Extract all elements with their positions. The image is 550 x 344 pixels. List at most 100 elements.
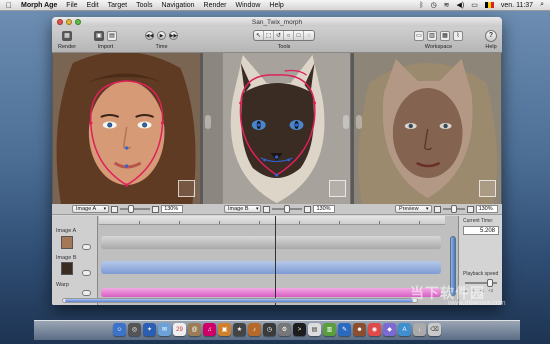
image-b-prev-arrow[interactable] [205, 115, 212, 129]
image-b-popup[interactable]: Image B [224, 205, 262, 213]
photo-booth-icon[interactable]: ◉ [368, 323, 381, 336]
rect-tool-icon[interactable]: □ [294, 31, 304, 40]
track-image-a-thumb[interactable] [61, 236, 73, 249]
menu-edit[interactable]: Edit [87, 2, 99, 9]
track-label-warp: Warp [56, 282, 69, 288]
trash-icon[interactable]: ⌫ [428, 323, 441, 336]
play-button[interactable]: ▶ [157, 31, 166, 40]
morph-age-window: San_Twix_morph ▦ Render ▣ ▤ Import ◀◀ ▶ … [52, 17, 502, 305]
current-time-field[interactable]: 5.208 [463, 226, 499, 235]
workspace-single-icon[interactable]: ▭ [414, 30, 424, 41]
image-b-thumbnail[interactable] [328, 180, 346, 197]
track-warp-eye-icon[interactable] [82, 290, 91, 296]
workspace-split-icon[interactable]: ▥ [427, 30, 437, 41]
select-tool-icon[interactable]: ⬚ [264, 31, 274, 40]
menu-navigation[interactable]: Navigation [161, 2, 194, 9]
numbers-icon[interactable]: ▥ [323, 323, 336, 336]
current-time-label: Current Time: [463, 218, 494, 224]
timeline-scrollbar[interactable] [62, 298, 418, 303]
time-machine-icon[interactable]: ◷ [263, 323, 276, 336]
warp-track-bar[interactable] [101, 288, 441, 297]
playhead[interactable] [275, 216, 276, 305]
input-source-flag-icon[interactable] [484, 2, 494, 8]
preview-popup[interactable]: Preview [395, 205, 432, 213]
preview-prev-arrow[interactable] [355, 115, 362, 129]
image-a-large-icon [152, 205, 160, 213]
address-book-icon[interactable]: @ [188, 323, 201, 336]
apple-menu-icon[interactable]:  [6, 1, 12, 10]
track-headers: Image A Image B Warp [52, 216, 98, 305]
render-icon[interactable]: ▦ [62, 30, 73, 41]
spotlight-icon[interactable]: ⌕ [540, 1, 544, 9]
menu-help[interactable]: Help [269, 2, 283, 9]
preview-zoom-field[interactable]: 130% [475, 205, 498, 213]
title-bar[interactable]: San_Twix_morph [52, 17, 502, 27]
workspace-group: ▭ ▥ ▦ ⌇ Workspace [414, 29, 463, 50]
image-b-next-arrow[interactable] [342, 115, 349, 129]
track-image-b-eye-icon[interactable] [82, 270, 91, 276]
image-b-pane[interactable] [203, 53, 351, 204]
image-a-pane[interactable] [53, 53, 201, 204]
time-ruler[interactable] [99, 216, 445, 225]
bluetooth-icon[interactable]: ᛒ [419, 2, 423, 9]
menu-app-name[interactable]: Morph Age [21, 2, 57, 9]
garageband-icon[interactable]: ♪ [248, 323, 261, 336]
system-preferences-icon[interactable]: ⚙ [278, 323, 291, 336]
image-a-thumbnail[interactable] [178, 180, 196, 197]
preview-zoom-slider[interactable] [442, 205, 465, 213]
image-a-popup[interactable]: Image A [72, 205, 110, 213]
menu-tools[interactable]: Tools [136, 2, 152, 9]
calendar-icon[interactable]: 29 [173, 323, 186, 336]
menu-clock[interactable]: ven. 11:37 [501, 2, 533, 9]
image-a-zoom-slider[interactable] [120, 205, 151, 213]
safari-icon[interactable]: ✦ [143, 323, 156, 336]
terminal-icon[interactable]: > [293, 323, 306, 336]
image-a-track-bar[interactable] [101, 236, 441, 249]
downloads-stack-icon[interactable]: ↓ [413, 323, 426, 336]
morph-age-dock-icon[interactable]: ☻ [353, 323, 366, 336]
battery-icon[interactable]: ▭ [471, 1, 478, 9]
menu-target[interactable]: Target [108, 2, 127, 9]
dashboard-icon[interactable]: ◎ [128, 323, 141, 336]
app-store-icon[interactable]: A [398, 323, 411, 336]
mail-icon[interactable]: ✉ [158, 323, 171, 336]
import-image-b-icon[interactable]: ▤ [107, 30, 117, 41]
rewind-button[interactable]: ◀◀ [145, 31, 154, 40]
wifi-icon[interactable]: ≋ [444, 1, 450, 9]
workspace-triple-icon[interactable]: ▦ [440, 30, 450, 41]
oval-tool-icon[interactable]: ○ [284, 31, 294, 40]
render-label: Render [58, 44, 77, 50]
imovie-icon[interactable]: ★ [233, 323, 246, 336]
iphoto-icon[interactable]: ▣ [218, 323, 231, 336]
workspace-graph-icon[interactable]: ⌇ [453, 30, 463, 41]
timemachine-icon[interactable]: ◷ [431, 1, 437, 9]
timeline-tracks[interactable] [99, 216, 445, 305]
image-b-track-bar[interactable] [101, 261, 441, 274]
menu-file[interactable]: File [66, 2, 77, 9]
render-group[interactable]: ▦ Render [58, 29, 76, 50]
menu-render[interactable]: Render [204, 2, 227, 9]
track-label-image-a: Image A [56, 228, 77, 234]
image-b-large-icon [304, 205, 312, 213]
import-image-a-icon[interactable]: ▣ [94, 30, 104, 41]
finder-icon[interactable]: ☺ [113, 323, 126, 336]
volume-icon[interactable]: ◀) [457, 1, 465, 9]
arrow-tool-icon[interactable]: ↖ [254, 31, 264, 40]
preview-thumbnail[interactable] [478, 180, 496, 197]
lasso-tool-icon[interactable]: ◌ [304, 31, 314, 40]
curve-tool-icon[interactable]: ↺ [274, 31, 284, 40]
track-image-a-eye-icon[interactable] [82, 244, 91, 250]
preview-app-icon[interactable]: ▤ [308, 323, 321, 336]
help-button[interactable]: ? [485, 29, 497, 42]
menu-window[interactable]: Window [236, 2, 261, 9]
image-b-zoom-slider[interactable] [272, 205, 303, 213]
pages-icon[interactable]: ✎ [338, 323, 351, 336]
forward-button[interactable]: ▶▶ [169, 31, 178, 40]
itunes-icon[interactable]: ♫ [203, 323, 216, 336]
image-a-zoom-field[interactable]: 130% [161, 205, 184, 213]
preview-pane[interactable] [353, 53, 501, 204]
timeline-scroll-thumb[interactable] [65, 299, 413, 302]
image-b-zoom-field[interactable]: 130% [313, 205, 336, 213]
app-icon[interactable]: ◆ [383, 323, 396, 336]
track-image-b-thumb[interactable] [61, 262, 73, 275]
